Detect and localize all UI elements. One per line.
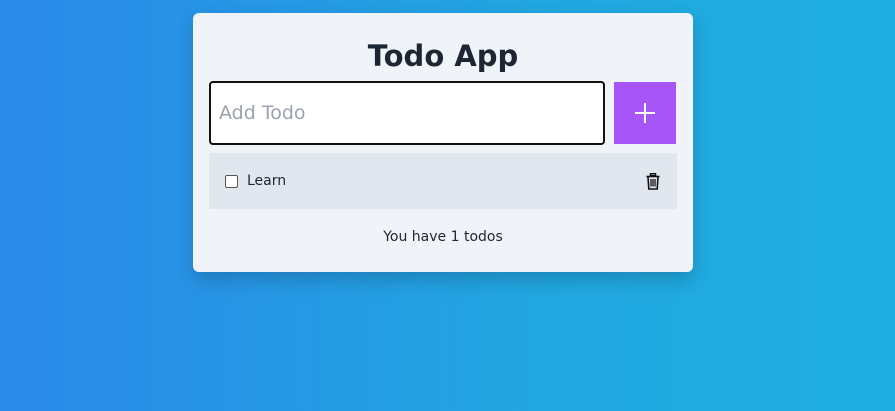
app-title: Todo App xyxy=(367,39,519,73)
plus-icon xyxy=(635,103,655,123)
todo-list: Learn xyxy=(209,153,677,209)
trash-icon xyxy=(646,172,660,190)
todo-card: Todo App Learn You have 1 todos xyxy=(193,13,693,272)
delete-todo-button[interactable] xyxy=(645,172,661,190)
add-todo-button[interactable] xyxy=(614,82,676,144)
todo-item: Learn xyxy=(209,153,677,209)
add-todo-input[interactable] xyxy=(209,81,605,145)
todo-checkbox[interactable] xyxy=(225,174,238,188)
todo-label: Learn xyxy=(247,173,287,189)
todo-count-text: You have 1 todos xyxy=(383,229,503,245)
